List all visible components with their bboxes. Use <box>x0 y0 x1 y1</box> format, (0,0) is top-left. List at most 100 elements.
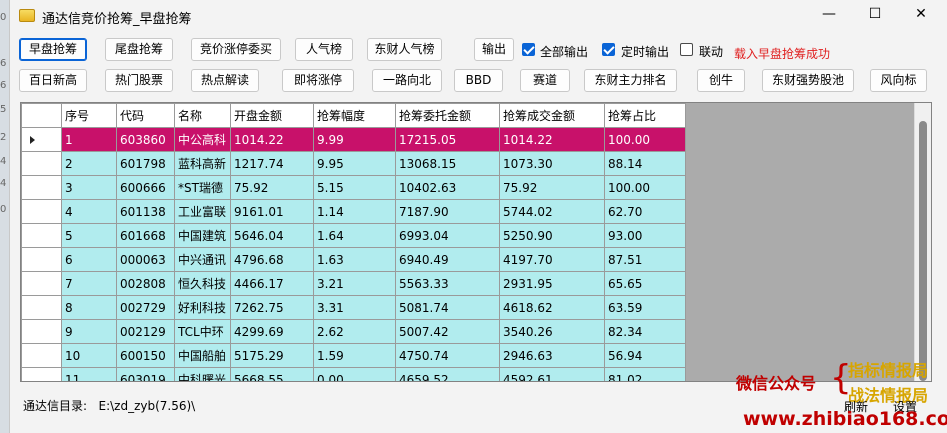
table-cell[interactable]: 100.00 <box>604 175 686 200</box>
table-cell[interactable]: 4466.17 <box>230 271 314 296</box>
button-sector-track[interactable]: 赛道 <box>520 69 570 92</box>
button-popularity[interactable]: 人气榜 <box>295 38 353 61</box>
row-header-cell[interactable] <box>21 343 62 368</box>
maximize-button[interactable]: ☐ <box>852 0 898 30</box>
table-cell[interactable]: 5081.74 <box>395 295 500 320</box>
table-cell[interactable]: 601138 <box>116 199 175 224</box>
table-cell[interactable]: 4618.62 <box>499 295 605 320</box>
column-header[interactable]: 抢筹幅度 <box>313 103 396 128</box>
vertical-scrollbar[interactable] <box>914 103 931 381</box>
table-cell[interactable]: 88.14 <box>604 151 686 176</box>
table-cell[interactable]: 002129 <box>116 319 175 344</box>
button-northbound[interactable]: 一路向北 <box>372 69 442 92</box>
table-cell[interactable]: 中科曙光 <box>174 367 231 381</box>
table-cell[interactable]: 工业富联 <box>174 199 231 224</box>
button-wind-vane[interactable]: 风向标 <box>870 69 927 92</box>
button-100day-high[interactable]: 百日新高 <box>19 69 87 92</box>
table-row[interactable]: 7 002808 恒久科技 4466.17 3.21 5563.33 2931.95 65.6… <box>21 271 686 296</box>
row-header-cell[interactable] <box>21 247 62 272</box>
table-cell[interactable]: 603019 <box>116 367 175 381</box>
checkbox-export-all[interactable] <box>522 43 535 56</box>
table-cell[interactable]: 8 <box>61 295 117 320</box>
column-header[interactable]: 抢筹占比 <box>604 103 686 128</box>
table-cell[interactable]: 4197.70 <box>499 247 605 272</box>
table-cell[interactable]: 中兴通讯 <box>174 247 231 272</box>
table-cell[interactable]: 7187.90 <box>395 199 500 224</box>
table-cell[interactable]: TCL中环 <box>174 319 231 344</box>
table-cell[interactable]: 601668 <box>116 223 175 248</box>
table-cell[interactable]: 600150 <box>116 343 175 368</box>
table-cell[interactable]: 93.00 <box>604 223 686 248</box>
button-hot-topics[interactable]: 热点解读 <box>191 69 259 92</box>
row-header-cell[interactable] <box>21 271 62 296</box>
table-cell[interactable]: 2.62 <box>313 319 396 344</box>
table-cell[interactable]: 603860 <box>116 127 175 152</box>
table-row[interactable]: 5 601668 中国建筑 5646.04 1.64 6993.04 5250.90 93.0… <box>21 223 686 248</box>
table-cell[interactable]: 2946.63 <box>499 343 605 368</box>
button-eastmoney-main-rank[interactable]: 东财主力排名 <box>584 69 677 92</box>
table-row[interactable]: 1 603860 中公高科 1014.22 9.99 17215.05 1014.22 100… <box>21 127 686 152</box>
table-cell[interactable]: 5007.42 <box>395 319 500 344</box>
column-header[interactable]: 抢筹委托金额 <box>395 103 500 128</box>
table-cell[interactable]: 中国船舶 <box>174 343 231 368</box>
row-header-cell[interactable] <box>21 175 62 200</box>
table-cell[interactable]: 1014.22 <box>230 127 314 152</box>
table-cell[interactable]: 中国建筑 <box>174 223 231 248</box>
table-cell[interactable]: 17215.05 <box>395 127 500 152</box>
table-cell[interactable]: 4 <box>61 199 117 224</box>
button-eastmoney-strong-pool[interactable]: 东财强势股池 <box>762 69 854 92</box>
table-cell[interactable]: 1 <box>61 127 117 152</box>
table-cell[interactable]: 002729 <box>116 295 175 320</box>
checkbox-link[interactable] <box>680 43 693 56</box>
table-cell[interactable]: 1217.74 <box>230 151 314 176</box>
table-cell[interactable]: 100.00 <box>604 127 686 152</box>
table-cell[interactable]: 1.64 <box>313 223 396 248</box>
table-cell[interactable]: 002808 <box>116 271 175 296</box>
table-row[interactable]: 4 601138 工业富联 9161.01 1.14 7187.90 5744.02 62.7… <box>21 199 686 224</box>
table-cell[interactable]: 600666 <box>116 175 175 200</box>
table-cell[interactable]: 13068.15 <box>395 151 500 176</box>
table-cell[interactable]: 5646.04 <box>230 223 314 248</box>
button-near-limitup[interactable]: 即将涨停 <box>282 69 354 92</box>
button-chuang-niu[interactable]: 创牛 <box>697 69 745 92</box>
table-cell[interactable]: 2931.95 <box>499 271 605 296</box>
table-cell[interactable]: 5175.29 <box>230 343 314 368</box>
table-cell[interactable]: 75.92 <box>499 175 605 200</box>
table-row[interactable]: 3 600666 *ST瑞德 75.92 5.15 10402.63 75.92 100.00 <box>21 175 686 200</box>
data-grid[interactable]: 序号 代码 名称 开盘金额 抢筹幅度 抢筹委托金额 抢筹成交金额 抢筹占比 16… <box>20 102 932 382</box>
row-header-cell[interactable] <box>21 319 62 344</box>
button-auction-limitup-bid[interactable]: 竞价涨停委买 <box>191 38 281 61</box>
checkbox-link-label[interactable]: 联动 <box>699 43 723 60</box>
minimize-button[interactable]: — <box>806 0 852 30</box>
row-header-cell[interactable] <box>21 127 62 152</box>
table-cell[interactable]: 1.59 <box>313 343 396 368</box>
checkbox-export-all-label[interactable]: 全部输出 <box>540 43 588 60</box>
table-cell[interactable]: 0.00 <box>313 367 396 381</box>
table-cell[interactable]: 3 <box>61 175 117 200</box>
table-cell[interactable]: 87.51 <box>604 247 686 272</box>
row-header-cell[interactable] <box>21 223 62 248</box>
table-cell[interactable]: 10402.63 <box>395 175 500 200</box>
table-cell[interactable]: 5668.55 <box>230 367 314 381</box>
table-cell[interactable]: 4659.52 <box>395 367 500 381</box>
table-cell[interactable]: 中公高科 <box>174 127 231 152</box>
table-cell[interactable]: 9.95 <box>313 151 396 176</box>
table-row[interactable]: 9 002129 TCL中环 4299.69 2.62 5007.42 3540.26 82.… <box>21 319 686 344</box>
table-row[interactable]: 2 601798 蓝科高新 1217.74 9.95 13068.15 1073.30 88.… <box>21 151 686 176</box>
table-cell[interactable]: 601798 <box>116 151 175 176</box>
table-cell[interactable]: 4299.69 <box>230 319 314 344</box>
table-cell[interactable]: 1.14 <box>313 199 396 224</box>
column-header[interactable]: 开盘金额 <box>230 103 314 128</box>
table-cell[interactable]: 5 <box>61 223 117 248</box>
table-row[interactable]: 11 603019 中科曙光 5668.55 0.00 4659.52 4592.61 81.… <box>21 367 686 381</box>
table-cell[interactable]: 1.63 <box>313 247 396 272</box>
table-cell[interactable]: 蓝科高新 <box>174 151 231 176</box>
close-button[interactable]: ✕ <box>898 0 944 30</box>
table-cell[interactable]: 好利科技 <box>174 295 231 320</box>
table-cell[interactable]: 82.34 <box>604 319 686 344</box>
table-cell[interactable]: 恒久科技 <box>174 271 231 296</box>
scrollbar-thumb[interactable] <box>919 121 927 381</box>
button-export[interactable]: 输出 <box>474 38 514 61</box>
table-cell[interactable]: 5563.33 <box>395 271 500 296</box>
row-header-cell[interactable] <box>21 295 62 320</box>
